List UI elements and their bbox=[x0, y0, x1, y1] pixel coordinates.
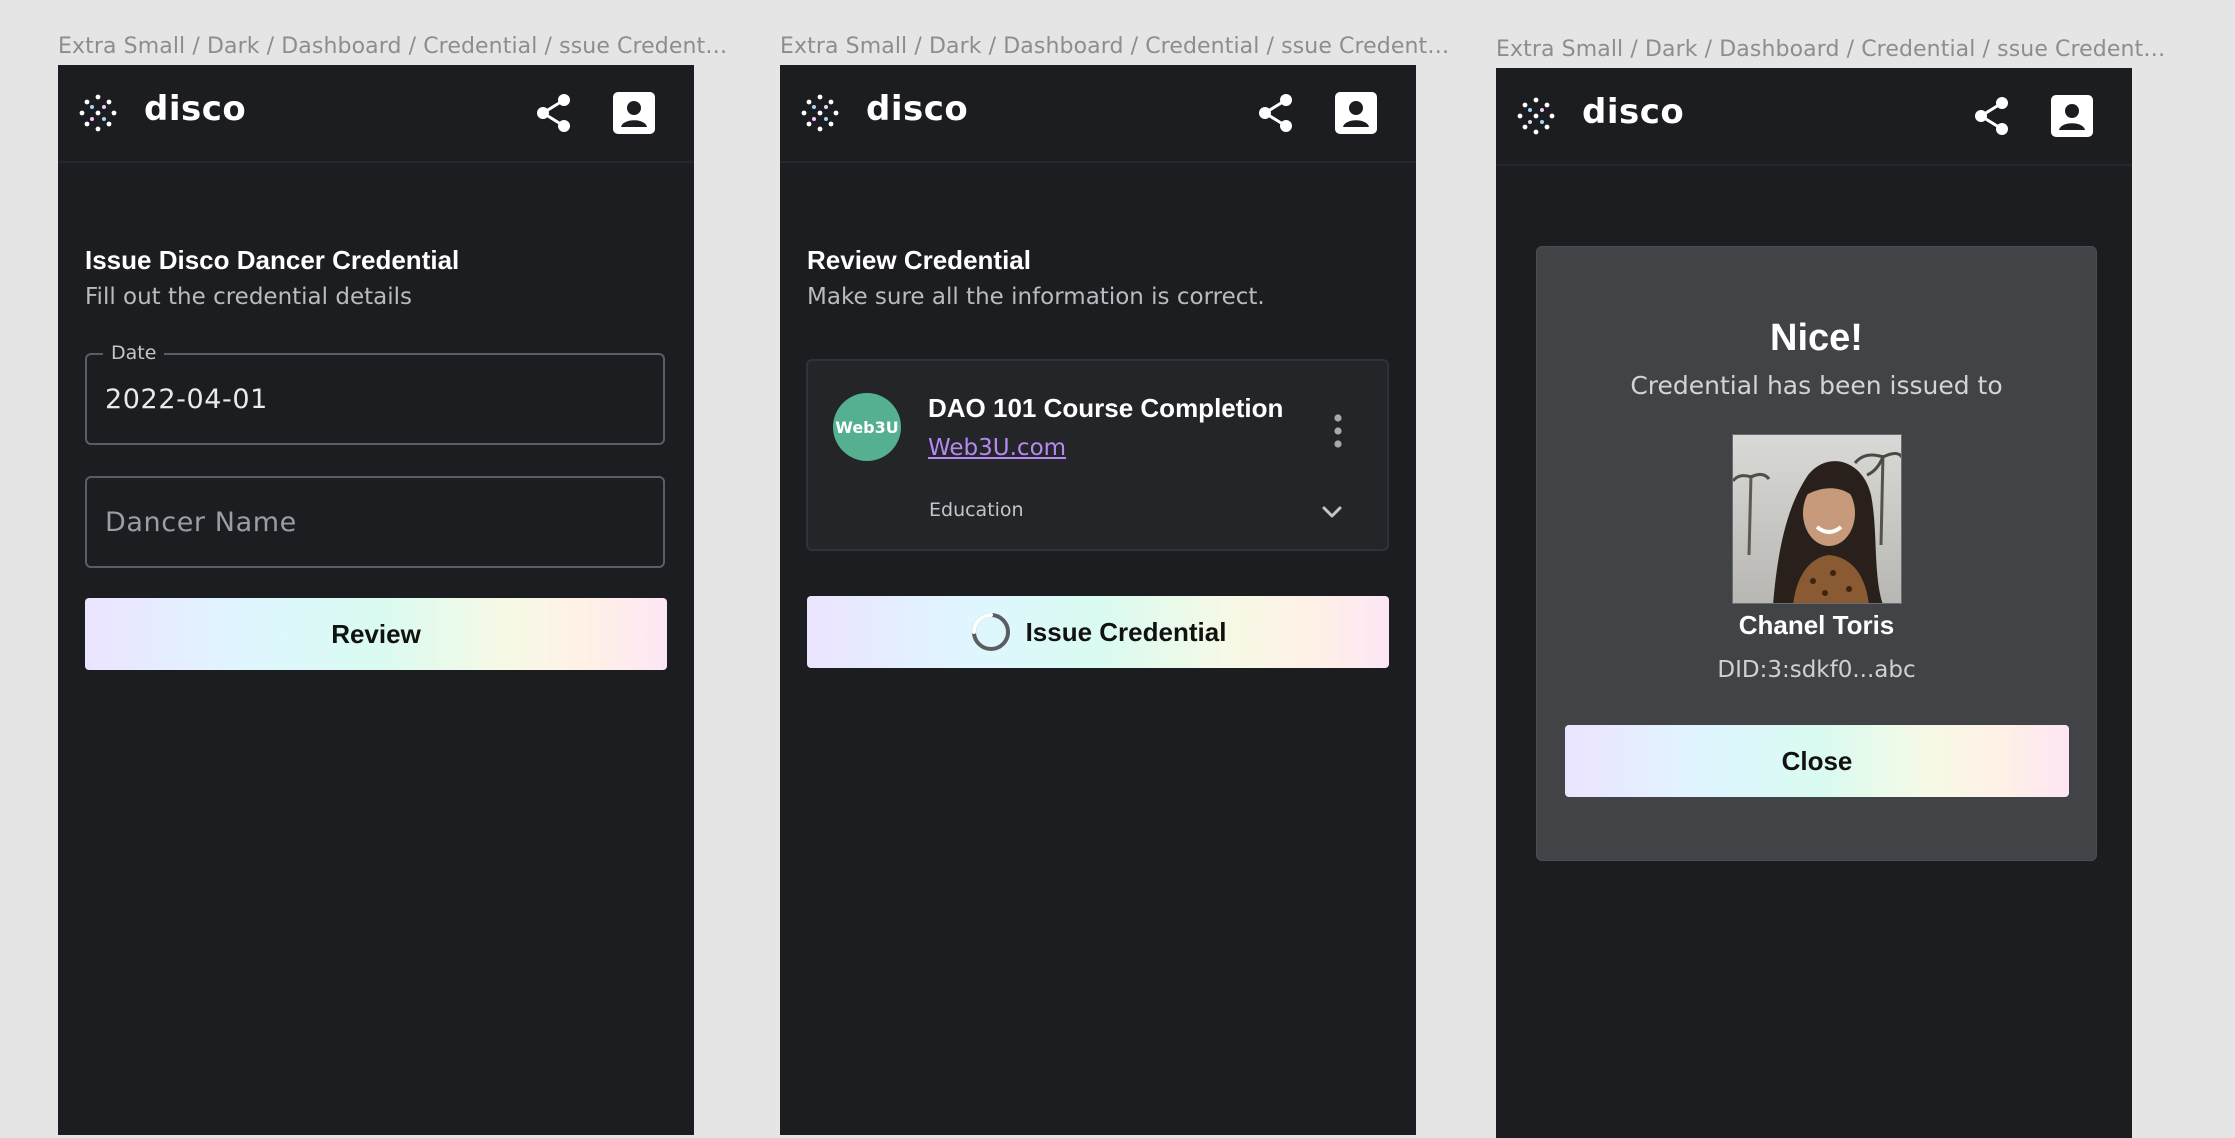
dancer-name-field[interactable] bbox=[85, 476, 665, 568]
issuer-avatar: Web3U bbox=[833, 393, 901, 461]
chevron-down-icon[interactable] bbox=[1317, 497, 1347, 527]
dancer-name-input[interactable] bbox=[105, 478, 645, 566]
date-field[interactable]: Date bbox=[85, 342, 665, 445]
review-button[interactable]: Review bbox=[85, 598, 667, 670]
profile-icon[interactable] bbox=[1334, 91, 1378, 135]
issuer-link[interactable]: Web3U.com bbox=[928, 435, 1066, 461]
top-bar: disco bbox=[780, 65, 1416, 163]
recipient-did: DID:3:sdkf0...abc bbox=[1717, 657, 1916, 683]
recipient-avatar bbox=[1732, 434, 1902, 604]
profile-icon[interactable] bbox=[2050, 94, 2094, 138]
issue-form-screen: disco Issue Disco Dancer Credential Fill… bbox=[58, 65, 694, 1135]
share-icon[interactable] bbox=[1254, 91, 1298, 135]
more-options-icon[interactable] bbox=[1324, 411, 1352, 451]
close-button[interactable]: Close bbox=[1565, 725, 2069, 797]
page-subtitle: Fill out the credential details bbox=[85, 284, 412, 310]
success-message: Credential has been issued to bbox=[1630, 371, 2003, 400]
success-modal: Nice! Credential has been issued to Chan… bbox=[1536, 246, 2097, 861]
brand-name: disco bbox=[1582, 92, 1685, 132]
issued-success-screen: disco Nice! Credential has been issued t… bbox=[1496, 68, 2132, 1138]
issue-credential-label: Issue Credential bbox=[1025, 616, 1227, 647]
close-button-label: Close bbox=[1781, 745, 1853, 776]
review-button-label: Review bbox=[331, 618, 421, 649]
loading-spinner-icon bbox=[971, 613, 1010, 651]
brand-name: disco bbox=[866, 89, 969, 129]
credential-title: DAO 101 Course Completion bbox=[928, 393, 1284, 423]
page-title: Issue Disco Dancer Credential bbox=[85, 245, 460, 275]
success-heading: Nice! bbox=[1770, 317, 1863, 359]
page-subtitle: Make sure all the information is correct… bbox=[807, 284, 1265, 310]
recipient-photo bbox=[1733, 435, 1901, 603]
top-bar: disco bbox=[1496, 68, 2132, 166]
credential-category: Education bbox=[929, 499, 1024, 521]
frame-label: Extra Small / Dark / Dashboard / Credent… bbox=[1496, 37, 2166, 62]
share-icon[interactable] bbox=[1970, 94, 2014, 138]
frame-label: Extra Small / Dark / Dashboard / Credent… bbox=[58, 34, 728, 59]
frame-label: Extra Small / Dark / Dashboard / Credent… bbox=[780, 34, 1450, 59]
date-input[interactable] bbox=[105, 355, 645, 443]
review-credential-screen: disco Review Credential Make sure all th… bbox=[780, 65, 1416, 1135]
credential-card[interactable]: Web3U DAO 101 Course Completion Web3U.co… bbox=[806, 359, 1389, 551]
page-title: Review Credential bbox=[807, 245, 1031, 275]
disco-logo-icon bbox=[801, 94, 839, 132]
issue-credential-button[interactable]: Issue Credential bbox=[807, 596, 1389, 668]
profile-icon[interactable] bbox=[612, 91, 656, 135]
brand-name: disco bbox=[144, 89, 247, 129]
disco-logo-icon bbox=[79, 94, 117, 132]
top-bar: disco bbox=[58, 65, 694, 163]
recipient-name: Chanel Toris bbox=[1738, 610, 1895, 640]
share-icon[interactable] bbox=[532, 91, 576, 135]
disco-logo-icon bbox=[1517, 97, 1555, 135]
